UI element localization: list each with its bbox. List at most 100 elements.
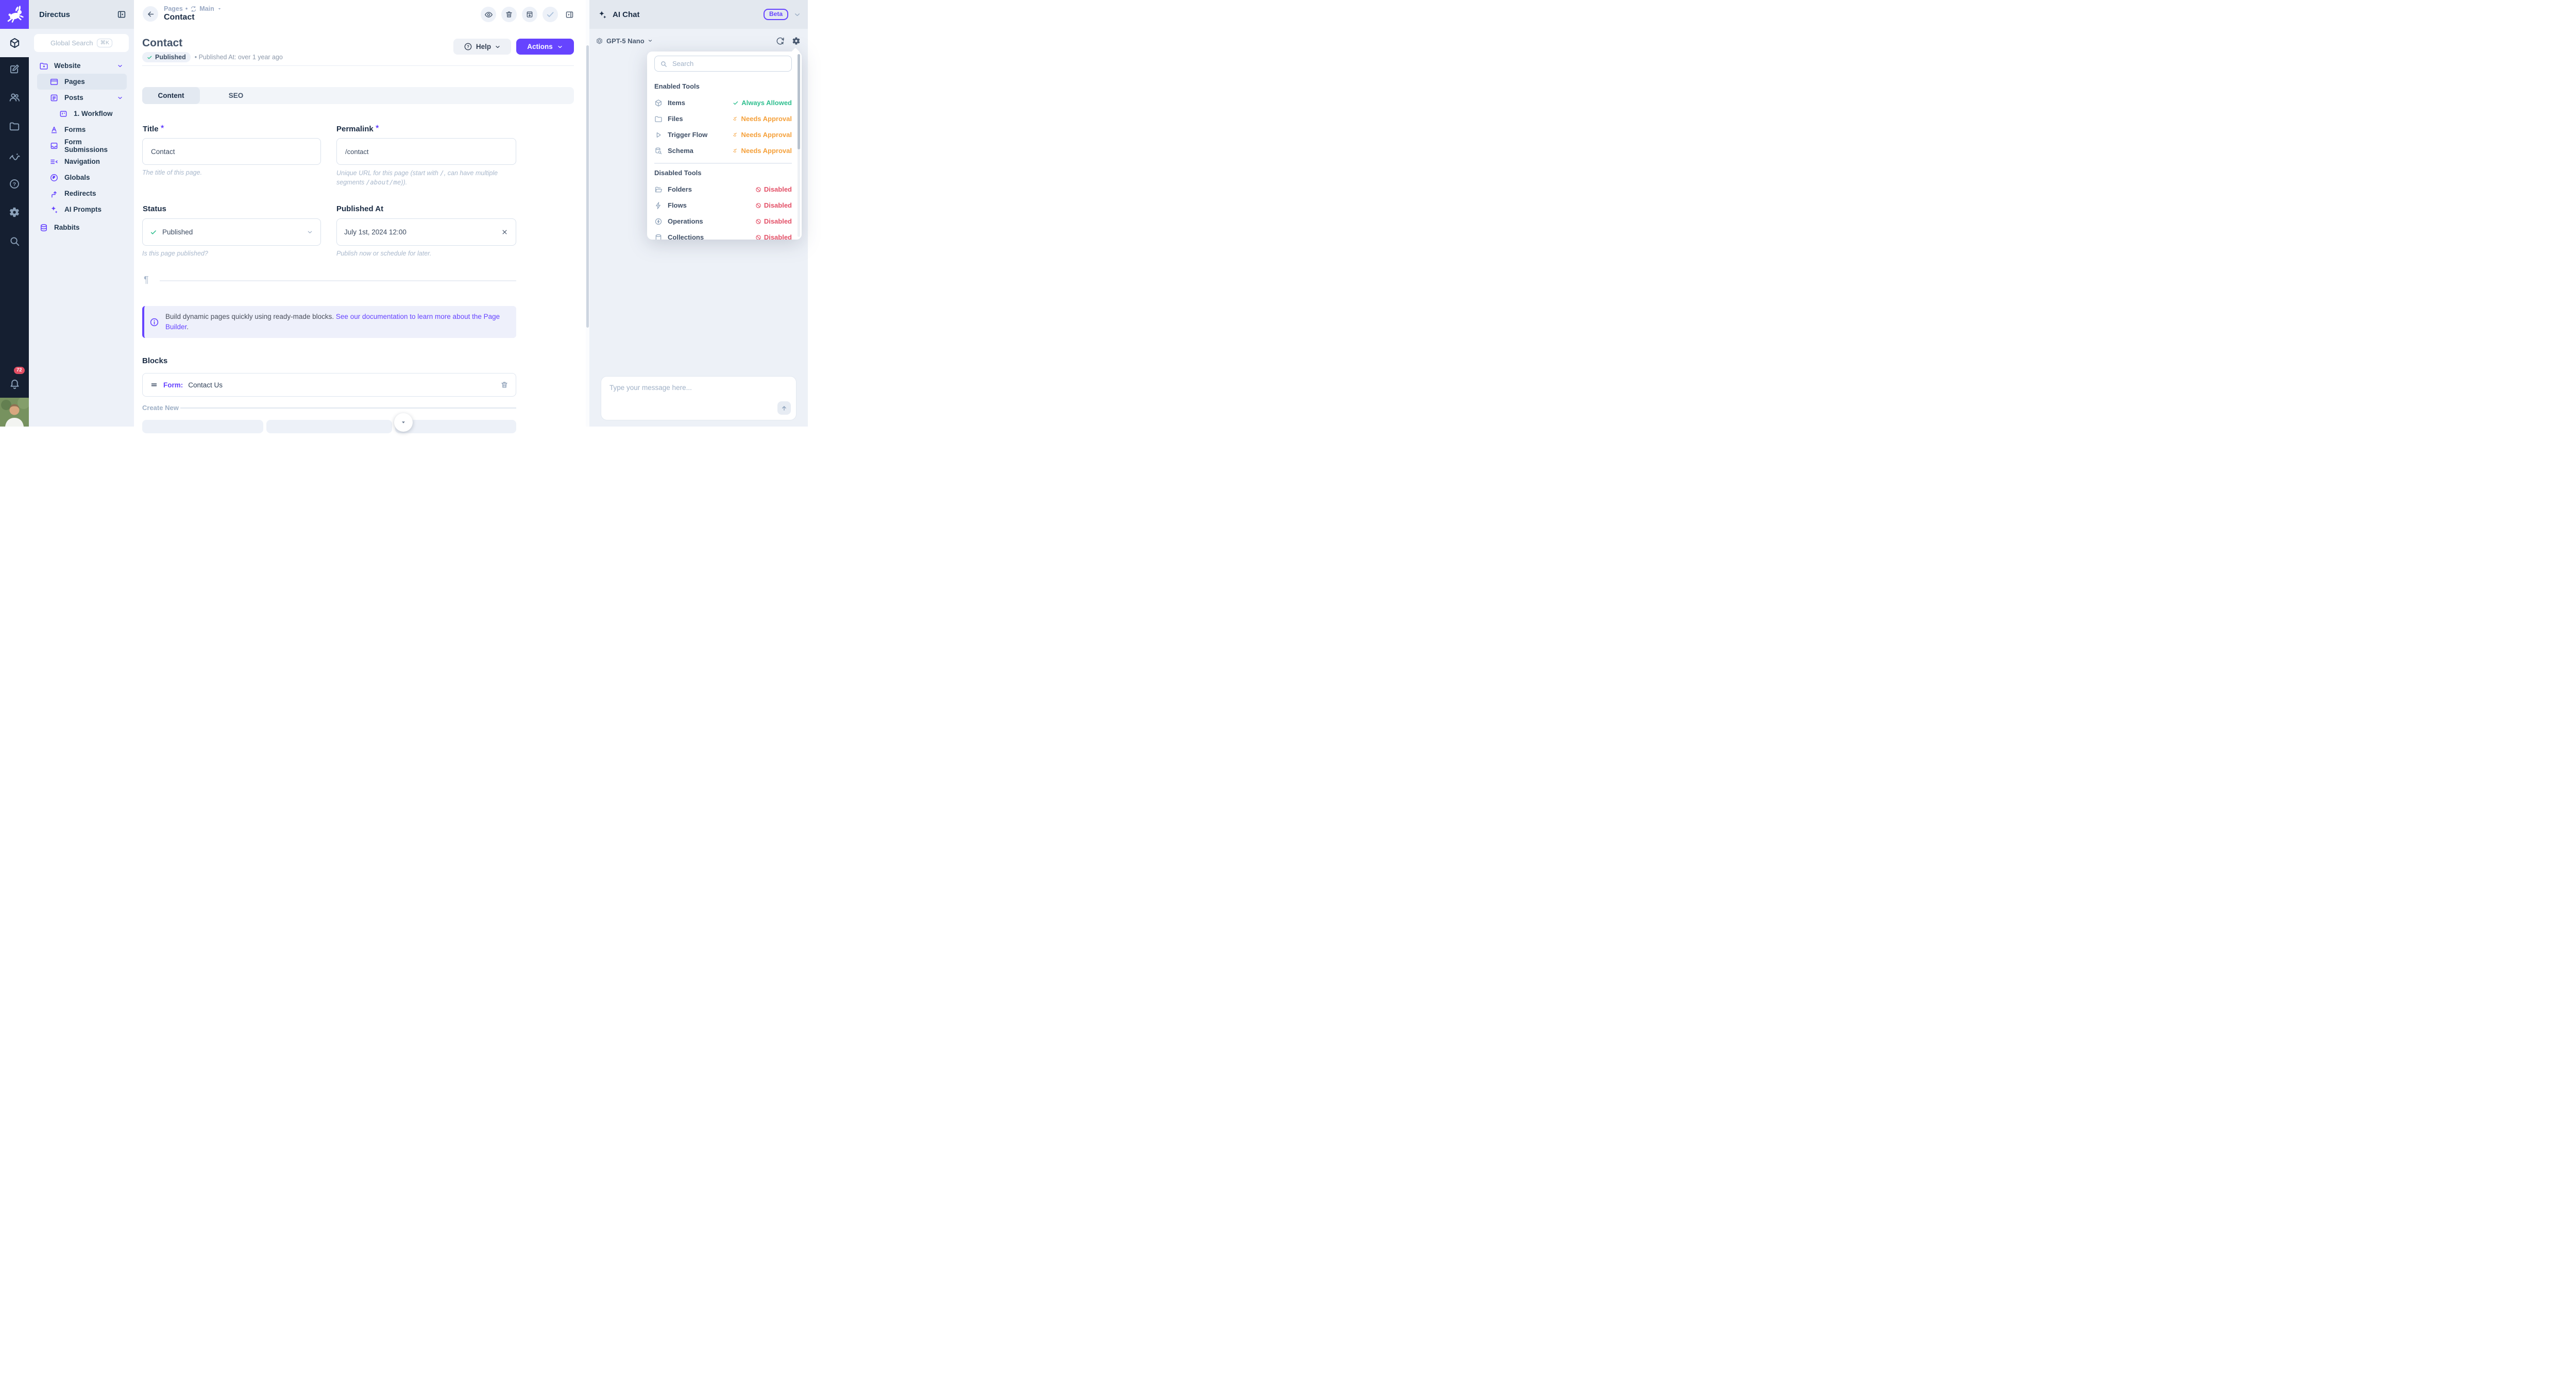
- schema-icon: [654, 147, 663, 155]
- create-new-divider: [180, 407, 516, 409]
- sidebar-item-label: Pages: [64, 78, 85, 86]
- check-icon: [147, 55, 152, 60]
- tool-row-schema[interactable]: Schema Needs Approval: [654, 143, 792, 159]
- scrollbar-thumb[interactable]: [586, 45, 589, 328]
- info-icon: [149, 317, 159, 327]
- breadcrumb-version[interactable]: Main: [199, 5, 214, 12]
- sidebar-item-pages[interactable]: Pages: [37, 74, 127, 90]
- chevron-down-icon[interactable]: [117, 63, 123, 69]
- scroll-down-button[interactable]: [394, 413, 413, 432]
- module-insights-button[interactable]: [0, 145, 29, 167]
- status-select[interactable]: Published: [142, 218, 321, 246]
- sidebar-item-workflow[interactable]: 1. Workflow: [37, 106, 127, 122]
- permalink-field-label: Permalink★: [336, 124, 380, 133]
- tool-row-trigger-flow[interactable]: Trigger Flow Needs Approval: [654, 127, 792, 143]
- dropdown-scrollbar-thumb[interactable]: [798, 54, 800, 149]
- drag-handle-icon[interactable]: [150, 381, 158, 389]
- module-users-button[interactable]: [0, 86, 29, 109]
- create-block-button[interactable]: [142, 420, 263, 433]
- permalink-field[interactable]: [336, 138, 516, 165]
- tools-search-input[interactable]: [671, 59, 786, 68]
- directus-logo[interactable]: [0, 0, 29, 29]
- sidebar-item-globals[interactable]: Globals: [37, 169, 127, 185]
- help-circle-icon: ?: [464, 42, 472, 51]
- tools-dropdown: Enabled Tools Items Always Allowed Files: [647, 52, 802, 240]
- tab-content[interactable]: Content: [142, 87, 200, 104]
- create-block-button[interactable]: [395, 420, 516, 433]
- model-selector[interactable]: GPT-5 Nano: [596, 37, 653, 45]
- title-field[interactable]: [142, 138, 321, 165]
- archive-button[interactable]: [522, 7, 537, 22]
- block-trash-icon[interactable]: [500, 381, 509, 389]
- dropdown-scrollbar: [798, 54, 800, 237]
- actions-button[interactable]: Actions: [516, 39, 574, 55]
- eye-icon: [484, 10, 493, 19]
- section-divider: [160, 280, 516, 281]
- module-settings-button[interactable]: [0, 201, 29, 224]
- delete-button[interactable]: [501, 7, 517, 22]
- tool-row-collections[interactable]: Collections Disabled: [654, 229, 792, 240]
- gear-icon[interactable]: [792, 37, 801, 45]
- tool-row-folders[interactable]: Folders Disabled: [654, 181, 792, 197]
- chevron-down-icon[interactable]: [117, 95, 123, 101]
- kanban-icon: [59, 109, 68, 118]
- create-block-button[interactable]: [266, 420, 392, 433]
- block-row[interactable]: Form: Contact Us: [142, 373, 516, 397]
- prohibited-icon: [755, 218, 761, 225]
- rabbit-logo-icon: [5, 5, 24, 24]
- sidebar-item-redirects[interactable]: Redirects: [37, 185, 127, 201]
- tool-row-items[interactable]: Items Always Allowed: [654, 95, 792, 111]
- tool-row-files[interactable]: Files Needs Approval: [654, 111, 792, 127]
- sidebar-item-label: Posts: [64, 94, 83, 101]
- collapse-panel-icon[interactable]: [117, 10, 126, 19]
- sidebar-item-form-submissions[interactable]: Form Submissions: [37, 138, 127, 154]
- prohibited-icon: [755, 186, 761, 193]
- tab-seo[interactable]: SEO: [200, 87, 272, 104]
- sidebar-item-forms[interactable]: Forms: [37, 122, 127, 138]
- module-editor-button[interactable]: [0, 58, 29, 80]
- tool-status: Needs Approval: [732, 115, 792, 123]
- clear-history-icon[interactable]: [776, 37, 785, 45]
- sidebar-item-posts[interactable]: Posts: [37, 90, 127, 106]
- sidebar-item-ai-prompts[interactable]: AI Prompts: [37, 201, 127, 217]
- inbox-icon: [49, 141, 59, 150]
- send-button[interactable]: [777, 401, 791, 415]
- notifications-button[interactable]: [0, 371, 29, 397]
- module-help-button[interactable]: ?: [0, 173, 29, 195]
- bolt-circle-icon: [654, 217, 663, 226]
- check-icon: [546, 10, 555, 19]
- clear-date-icon[interactable]: [501, 228, 509, 236]
- browser-window-icon: [49, 77, 59, 87]
- chat-message-input[interactable]: [608, 383, 789, 405]
- sidebar-toggle-button[interactable]: [565, 10, 574, 19]
- back-button[interactable]: [143, 6, 158, 22]
- module-files-button[interactable]: [0, 115, 29, 138]
- list-chevron-icon: [49, 157, 59, 166]
- project-header: Directus: [29, 0, 134, 29]
- required-star-icon: ★: [160, 124, 165, 130]
- user-avatar[interactable]: [0, 398, 29, 427]
- insights-wave-icon: [9, 150, 21, 162]
- tools-search[interactable]: [654, 56, 792, 72]
- module-search-button[interactable]: [0, 230, 29, 252]
- save-button[interactable]: [543, 7, 558, 22]
- preview-button[interactable]: [481, 7, 496, 22]
- sidebar-item-website[interactable]: Website: [37, 58, 127, 74]
- title-field-label: Title★: [143, 124, 165, 133]
- project-title: Directus: [39, 10, 70, 19]
- published-at-field[interactable]: July 1st, 2024 12:00: [336, 218, 516, 246]
- global-search-input[interactable]: Global Search ⌘K: [34, 34, 129, 52]
- chevron-down-icon[interactable]: [793, 11, 801, 19]
- sidebar-item-label: Website: [54, 62, 81, 70]
- tool-row-flows[interactable]: Flows Disabled: [654, 197, 792, 213]
- main-scrollbar: [586, 0, 589, 427]
- help-button[interactable]: ? Help: [453, 39, 511, 55]
- tool-row-operations[interactable]: Operations Disabled: [654, 213, 792, 229]
- title-field-helper: The title of this page.: [142, 168, 202, 177]
- sidebar-item-navigation[interactable]: Navigation: [37, 154, 127, 169]
- arrow-left-icon: [146, 10, 155, 19]
- module-content-active[interactable]: [0, 29, 29, 57]
- tool-status: Disabled: [755, 217, 792, 225]
- breadcrumb-collection[interactable]: Pages: [164, 5, 183, 12]
- sidebar-item-rabbits[interactable]: Rabbits: [37, 219, 127, 235]
